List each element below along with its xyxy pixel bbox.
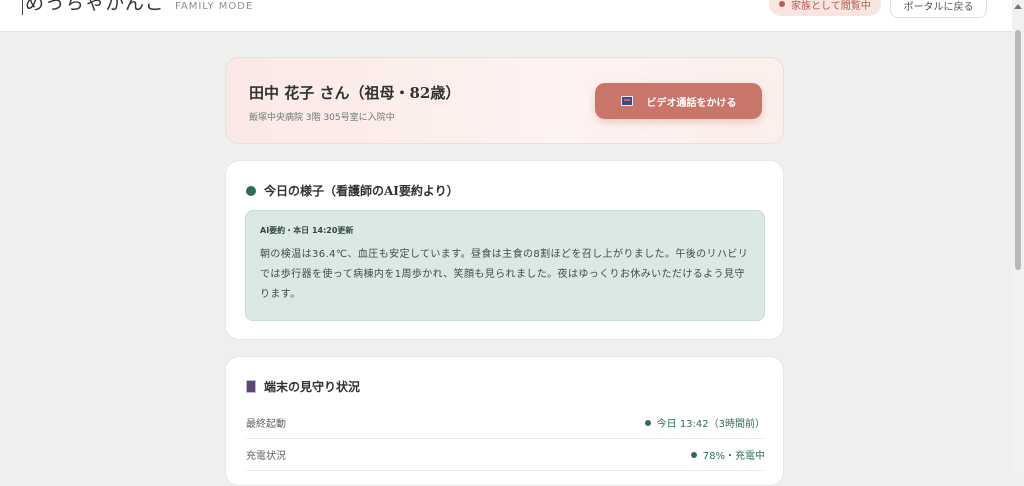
- top-bar: めっちゃかんご FAMILY MODE 家族として閲覧中 ポータルに戻る: [0, 0, 1012, 32]
- status-dot-icon: [644, 419, 651, 426]
- ai-summary-meta: AI要約・本日 14:20更新: [260, 226, 354, 235]
- brand-mode: FAMILY MODE: [175, 1, 254, 12]
- status-dot-icon: [246, 185, 256, 196]
- viewing-status-badge: 家族として閲覧中: [769, 0, 881, 16]
- device-title-text: 端末の見守り状況: [264, 380, 361, 394]
- daily-summary-card: 今日の様子（看護師のAI要約より） AI要約・本日 14:20更新 朝の検温は3…: [225, 160, 784, 340]
- video-call-button[interactable]: ビデオ通話をかける: [595, 83, 762, 119]
- status-dot-icon: [779, 1, 785, 7]
- video-call-label: ビデオ通話をかける: [646, 97, 737, 109]
- ai-summary-box: AI要約・本日 14:20更新 朝の検温は36.4℃、血圧も安定しています。昼食…: [245, 210, 765, 321]
- status-dot-icon: [690, 451, 697, 458]
- video-call-icon: [620, 96, 633, 106]
- device-icon: [246, 380, 256, 393]
- viewing-badge-label: 家族として閲覧中: [791, 0, 871, 12]
- status-label: 最終起動: [246, 419, 286, 430]
- patient-card: 田中 花子 さん（祖母・82歳） 飯塚中央病院 3階 305号室に入院中 ビデオ…: [225, 57, 784, 144]
- patient-location: 飯塚中央病院 3階 305号室に入院中: [249, 113, 395, 123]
- patient-name: 田中 花子 さん（祖母・82歳）: [249, 84, 461, 102]
- status-value-text: 今日 13:42（3時間前）: [656, 419, 765, 430]
- summary-title-text: 今日の様子（看護師のAI要約より）: [264, 184, 459, 198]
- status-row-last-boot: 最終起動 今日 13:42（3時間前）: [246, 407, 765, 439]
- status-label: 充電状況: [246, 451, 286, 462]
- scroll-thumb[interactable]: [1015, 30, 1021, 270]
- status-row-battery: 充電状況 78%・充電中: [246, 439, 765, 471]
- status-value-text: 78%・充電中: [702, 451, 765, 462]
- ai-summary-text: 朝の検温は36.4℃、血圧も安定しています。昼食は主食の8割ほどを召し上がりまし…: [260, 249, 749, 300]
- back-to-portal-button[interactable]: ポータルに戻る: [890, 0, 987, 18]
- device-title: 端末の見守り状況: [246, 378, 360, 395]
- summary-title: 今日の様子（看護師のAI要約より）: [246, 182, 459, 199]
- brand[interactable]: めっちゃかんご FAMILY MODE: [22, 0, 253, 15]
- status-value: 今日 13:42（3時間前）: [644, 415, 765, 430]
- status-value: 78%・充電中: [690, 447, 765, 462]
- brand-name: めっちゃかんご: [25, 0, 166, 14]
- vertical-scrollbar[interactable]: [1012, 0, 1024, 473]
- scroll-up-icon[interactable]: [1014, 4, 1022, 9]
- device-status-card: 端末の見守り状況 最終起動 今日 13:42（3時間前） 充電状況 78%・充電…: [225, 356, 784, 486]
